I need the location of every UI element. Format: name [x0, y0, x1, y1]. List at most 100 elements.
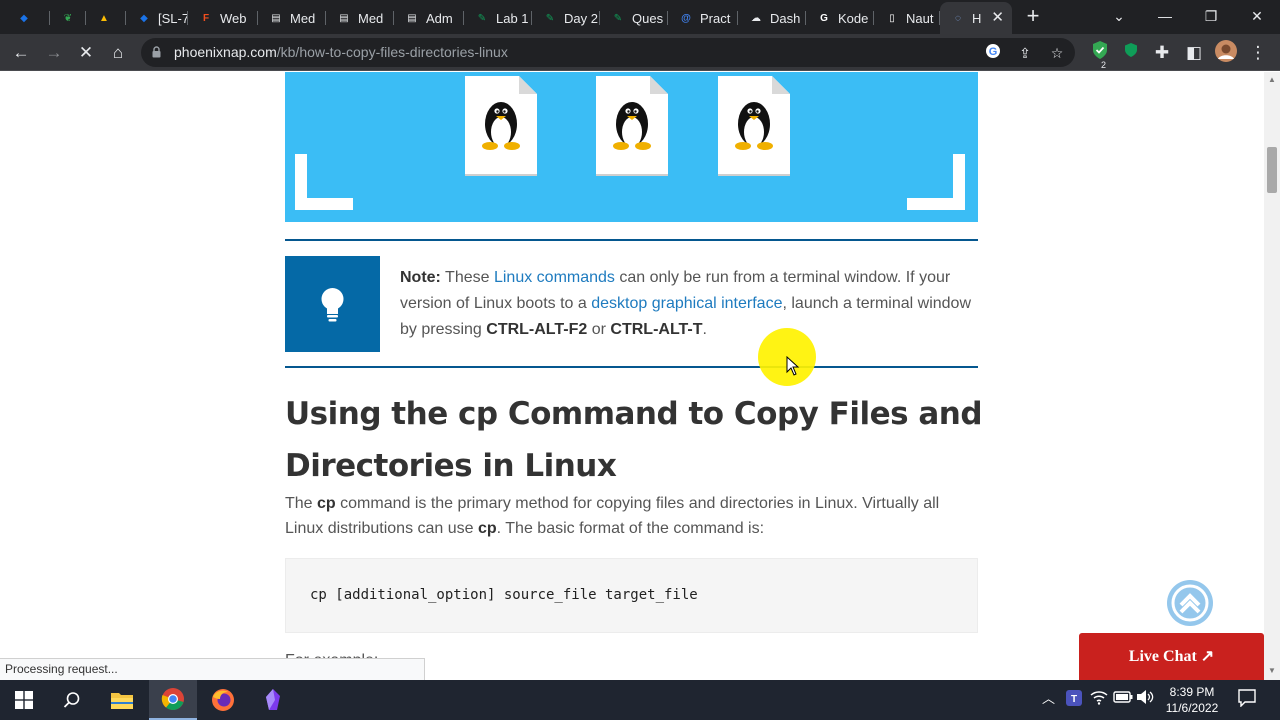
bookmark-star-icon[interactable]: ☆ — [1047, 43, 1067, 63]
hero-illustration — [285, 72, 978, 222]
profile-avatar[interactable] — [1213, 40, 1239, 66]
teams-icon[interactable]: T — [1066, 690, 1082, 709]
status-bar: Processing request... — [0, 658, 425, 680]
tab-favicon-icon: ▤ — [271, 12, 281, 24]
share-icon[interactable]: ⇪ — [1015, 43, 1035, 63]
linux-commands-link[interactable]: Linux commands — [494, 269, 615, 286]
browser-tab[interactable]: @ Pract — [668, 4, 738, 32]
tab-label: Med — [290, 10, 316, 26]
tab-favicon-icon: ◆ — [20, 12, 28, 24]
browser-tab[interactable]: ◌ H ✕ — [940, 2, 1012, 34]
tab-label: Ques — [632, 10, 664, 26]
browser-tab[interactable]: ◆ [SL-7 — [126, 4, 188, 32]
tab-favicon-icon: ✎ — [545, 12, 555, 24]
new-tab-button[interactable]: + — [1022, 5, 1044, 27]
chevron-up-icon — [1171, 584, 1209, 622]
windows-start-icon[interactable] — [0, 680, 48, 720]
browser-tab[interactable]: ▯ Naut — [874, 4, 940, 32]
close-window-button[interactable]: ✕ — [1234, 4, 1280, 28]
lightbulb-icon — [321, 288, 344, 322]
stop-loading-icon[interactable]: ✕ — [73, 40, 99, 66]
wifi-icon[interactable] — [1090, 689, 1108, 708]
notification-center-icon[interactable] — [1238, 689, 1256, 710]
browser-tab[interactable]: ▲ — [86, 4, 126, 32]
extension-shield-icon[interactable]: 2 — [1087, 40, 1113, 70]
browser-tab[interactable]: ✎ Ques — [600, 4, 668, 32]
browser-tab[interactable]: ❦ — [50, 4, 86, 32]
note-icon-box — [285, 256, 380, 352]
intro-paragraph: The cp command is the primary method for… — [285, 495, 940, 537]
browser-tab[interactable]: G Kode — [806, 4, 874, 32]
tab-label: Dash — [770, 10, 801, 26]
mouse-pointer-icon — [786, 356, 800, 376]
chrome-menu-icon[interactable]: ⋮ — [1245, 40, 1271, 66]
chrome-taskbar-icon[interactable] — [149, 680, 197, 720]
tray-overflow-chevron-icon[interactable]: ︿ — [1042, 688, 1055, 707]
google-lens-icon[interactable]: G — [983, 43, 1003, 63]
browser-tab[interactable]: ▤ Med — [258, 4, 326, 32]
linux-file-icon — [596, 76, 668, 176]
tab-label: Naut — [906, 10, 934, 26]
back-icon[interactable]: ← — [8, 40, 34, 66]
file-explorer-icon[interactable] — [98, 680, 146, 720]
battery-icon[interactable] — [1113, 690, 1133, 707]
browser-tab[interactable]: ▤ Adm — [394, 4, 464, 32]
tab-strip: + ⌄ — ❐ ✕ ◆ ❦ ▲ ◆ [SL-7 F Web ▤ Med ▤ Med ▤ Adm ✎ Lab … — [0, 0, 1280, 34]
browser-tab[interactable]: ✎ Day 2 — [532, 4, 600, 32]
obsidian-icon[interactable] — [249, 680, 297, 720]
tab-close-icon[interactable]: ✕ — [991, 8, 1004, 26]
tab-label: Day 2 — [564, 10, 598, 26]
browser-tab[interactable]: ◆ — [6, 4, 50, 32]
scrollbar-thumb[interactable] — [1267, 147, 1277, 193]
section-heading: Using the cp Command to Copy Files and D… — [285, 396, 983, 484]
tab-favicon-icon: ◌ — [955, 12, 961, 24]
url-text: phoenixnap.com/kb/how-to-copy-files-dire… — [174, 44, 508, 60]
tab-favicon-icon: ▤ — [339, 12, 349, 24]
adblock-icon[interactable] — [1118, 40, 1144, 66]
note-top-rule — [285, 239, 978, 241]
note-text: Note: These Linux commands can only be r… — [400, 269, 972, 338]
corner-bracket-right — [907, 154, 965, 210]
address-bar[interactable]: phoenixnap.com/kb/how-to-copy-files-dire… — [141, 38, 1075, 67]
tab-favicon-icon: ✎ — [613, 12, 623, 24]
side-panel-icon[interactable]: ◧ — [1181, 40, 1207, 66]
code-block[interactable]: cp [additional_option] source_file targe… — [285, 558, 978, 633]
windows-taskbar: ︿ T 8:39 PM 11/6/2022 — [0, 680, 1280, 720]
browser-tab[interactable]: ✎ Lab 1 — [464, 4, 532, 32]
tab-favicon-icon: @ — [681, 12, 691, 24]
forward-icon[interactable]: → — [41, 40, 67, 66]
scroll-down-arrow-icon[interactable]: ▼ — [1268, 666, 1276, 675]
tab-search-icon[interactable]: ⌄ — [1096, 4, 1142, 28]
tab-favicon-icon: ◆ — [140, 12, 148, 24]
tab-favicon-icon: ▯ — [889, 12, 895, 24]
browser-toolbar: ← → ✕ ⌂ phoenixnap.com/kb/how-to-copy-fi… — [0, 34, 1280, 71]
tab-favicon-icon: ▤ — [407, 12, 417, 24]
note-bottom-rule — [285, 366, 978, 368]
back-to-top-button[interactable] — [1167, 580, 1213, 626]
tab-label: Pract — [700, 10, 731, 26]
tab-favicon-icon: G — [820, 12, 828, 24]
extensions-puzzle-icon[interactable]: ✚ — [1149, 40, 1175, 66]
scroll-up-arrow-icon[interactable]: ▲ — [1268, 75, 1276, 84]
page-scrollbar[interactable]: ▲ ▼ — [1264, 72, 1280, 680]
live-chat-button[interactable]: Live Chat ↗ — [1079, 633, 1264, 680]
svg-text:G: G — [989, 46, 998, 58]
home-icon[interactable]: ⌂ — [105, 40, 131, 66]
browser-tab[interactable]: ☁ Dash — [738, 4, 806, 32]
clock-date: 11/6/2022 — [1165, 701, 1219, 715]
desktop-gui-link[interactable]: desktop graphical interface — [591, 295, 782, 312]
tab-label: Web — [220, 10, 247, 26]
tab-favicon-icon: ▲ — [99, 12, 109, 24]
tab-label: Lab 1 — [496, 10, 529, 26]
firefox-icon[interactable] — [199, 680, 247, 720]
restore-button[interactable]: ❐ — [1188, 4, 1234, 28]
browser-tab[interactable]: ▤ Med — [326, 4, 394, 32]
browser-tab[interactable]: F Web — [188, 4, 258, 32]
search-icon[interactable] — [48, 680, 96, 720]
lock-icon — [152, 46, 161, 58]
tab-label: [SL-7 — [158, 10, 188, 26]
corner-bracket-left — [295, 154, 353, 210]
taskbar-clock[interactable]: 8:39 PM 11/6/2022 — [1152, 684, 1232, 716]
minimize-button[interactable]: — — [1142, 4, 1188, 28]
linux-file-icon — [718, 76, 790, 176]
